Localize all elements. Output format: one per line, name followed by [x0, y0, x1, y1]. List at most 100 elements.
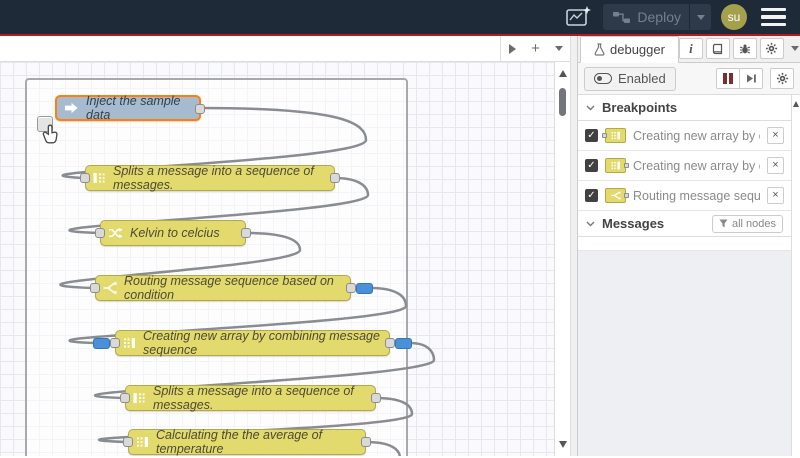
debug-tab-button[interactable]: [732, 38, 757, 59]
breakpoint-row: ✓ Creating new array by combining messag…: [578, 121, 791, 151]
sidebar: debugger i Enabled Breakpoints ✓ Creatin…: [578, 36, 800, 456]
output-port[interactable]: [361, 437, 371, 447]
sidebar-tabs-caret-icon[interactable]: [787, 46, 800, 51]
split-icon: [133, 391, 146, 405]
add-flow-icon[interactable]: +: [524, 36, 547, 61]
flow-node-switch[interactable]: Routing message sequence based on condit…: [90, 274, 373, 302]
node-label: Inject the sample data: [86, 94, 181, 122]
flow-tab-strip: +: [0, 36, 570, 62]
input-port[interactable]: [80, 173, 90, 183]
messages-title: Messages: [602, 216, 665, 231]
output-port[interactable]: [371, 393, 381, 403]
scroll-up-icon[interactable]: [558, 70, 567, 77]
workspace: + Inject the sample data Splits a messag…: [0, 36, 570, 456]
node-label: Splits a message into a sequence of mess…: [113, 164, 314, 192]
output-port[interactable]: [346, 283, 356, 293]
join-icon: [136, 435, 149, 449]
debugger-enabled-toggle[interactable]: Enabled: [584, 66, 676, 91]
pause-button[interactable]: [716, 68, 740, 89]
output-port[interactable]: [330, 173, 340, 183]
flow-canvas[interactable]: Inject the sample data Splits a message …: [0, 62, 570, 456]
input-port[interactable]: [90, 283, 100, 293]
config-tab-button[interactable]: [759, 38, 784, 59]
flow-node-join[interactable]: Creating new array by combining message …: [93, 329, 412, 357]
main-menu-icon[interactable]: [757, 6, 790, 29]
output-port[interactable]: [195, 104, 205, 114]
flow-list-caret-icon[interactable]: [547, 36, 570, 61]
node-label: Calculating the the average of temperatu…: [156, 428, 323, 456]
tab-scroll-right-icon[interactable]: [501, 36, 524, 61]
join-icon: [123, 336, 136, 350]
message-filter-label: all nodes: [731, 217, 776, 230]
scroll-up-icon[interactable]: [793, 101, 799, 107]
chevron-down-icon: [586, 221, 595, 227]
deploy-button[interactable]: Deploy: [603, 4, 711, 30]
flow-node-split[interactable]: Splits a message into a sequence of mess…: [120, 384, 381, 412]
breakpoint-checkbox[interactable]: ✓: [585, 129, 598, 142]
messages-list: [578, 237, 791, 251]
chevron-down-icon: [586, 105, 595, 111]
breakpoint-marker[interactable]: [395, 338, 412, 349]
breakpoint-checkbox[interactable]: ✓: [585, 189, 598, 202]
header-bar: Deploy su: [0, 0, 800, 36]
debugger-settings-button[interactable]: [770, 68, 794, 89]
remove-breakpoint-button[interactable]: ×: [767, 127, 784, 144]
input-port: [602, 133, 607, 138]
user-avatar[interactable]: su: [721, 4, 747, 30]
remove-breakpoint-button[interactable]: ×: [767, 157, 784, 174]
main-area: + Inject the sample data Splits a messag…: [0, 36, 800, 456]
flask-icon: [594, 43, 605, 56]
deploy-icon: [613, 11, 631, 23]
node-red-editor: Deploy su + Inject the sample data Split…: [0, 0, 800, 458]
help-tab-button[interactable]: [705, 38, 730, 59]
flow-node-join[interactable]: Calculating the the average of temperatu…: [123, 428, 371, 456]
node-label: Creating new array by combining message …: [143, 329, 380, 357]
deploy-options-caret[interactable]: [689, 4, 711, 30]
remove-breakpoint-button[interactable]: ×: [767, 187, 784, 204]
gear-icon: [766, 42, 778, 55]
ai-assistant-icon[interactable]: [563, 5, 593, 29]
toggle-icon: [594, 73, 612, 84]
flow-node-inject[interactable]: Inject the sample data: [55, 94, 205, 122]
flow-node-split[interactable]: Splits a message into a sequence of mess…: [80, 164, 340, 192]
sidebar-scrollbar[interactable]: [791, 95, 800, 456]
bug-icon: [739, 44, 751, 53]
scroll-down-icon[interactable]: [558, 441, 567, 448]
step-button[interactable]: [739, 68, 763, 89]
input-port[interactable]: [120, 393, 130, 403]
output-port[interactable]: [385, 338, 395, 348]
tab-debugger[interactable]: debugger: [580, 36, 679, 63]
input-port[interactable]: [123, 437, 133, 447]
step-icon: [746, 74, 756, 83]
sidebar-tab-bar: debugger i: [578, 36, 800, 63]
deploy-label: Deploy: [637, 9, 681, 25]
scrollbar-thumb[interactable]: [559, 88, 566, 116]
node-label: Routing message sequence based on condit…: [124, 274, 334, 302]
info-tab-button[interactable]: i: [678, 38, 703, 59]
messages-section-header[interactable]: Messages all nodes: [578, 211, 791, 237]
split-icon: [93, 171, 106, 185]
gear-icon: [776, 72, 788, 85]
sidebar-resize-handle[interactable]: [570, 36, 578, 456]
pause-icon: [723, 73, 733, 84]
breakpoint-checkbox[interactable]: ✓: [585, 159, 598, 172]
info-icon: i: [689, 40, 693, 56]
breakpoint-marker[interactable]: [93, 338, 110, 349]
join-node-icon: [602, 128, 626, 143]
breakpoint-marker[interactable]: [356, 283, 373, 294]
join-node-icon: [605, 158, 629, 173]
output-port[interactable]: [241, 228, 251, 238]
tab-debugger-label: debugger: [610, 42, 665, 57]
flow-node-change[interactable]: Kelvin to celcius: [95, 220, 251, 246]
messages-empty-area: [578, 251, 791, 456]
canvas-vertical-scrollbar[interactable]: [554, 62, 570, 456]
enabled-label: Enabled: [618, 71, 666, 86]
sidebar-body: Breakpoints ✓ Creating new array by comb…: [578, 95, 800, 456]
breakpoints-section-header[interactable]: Breakpoints: [578, 95, 791, 121]
input-port[interactable]: [95, 228, 105, 238]
message-filter-button[interactable]: all nodes: [711, 214, 783, 233]
breakpoint-label: Routing message sequence based on condit…: [633, 188, 760, 203]
debugger-toolbar: Enabled: [578, 63, 800, 95]
output-port: [624, 163, 629, 168]
input-port[interactable]: [110, 338, 120, 348]
